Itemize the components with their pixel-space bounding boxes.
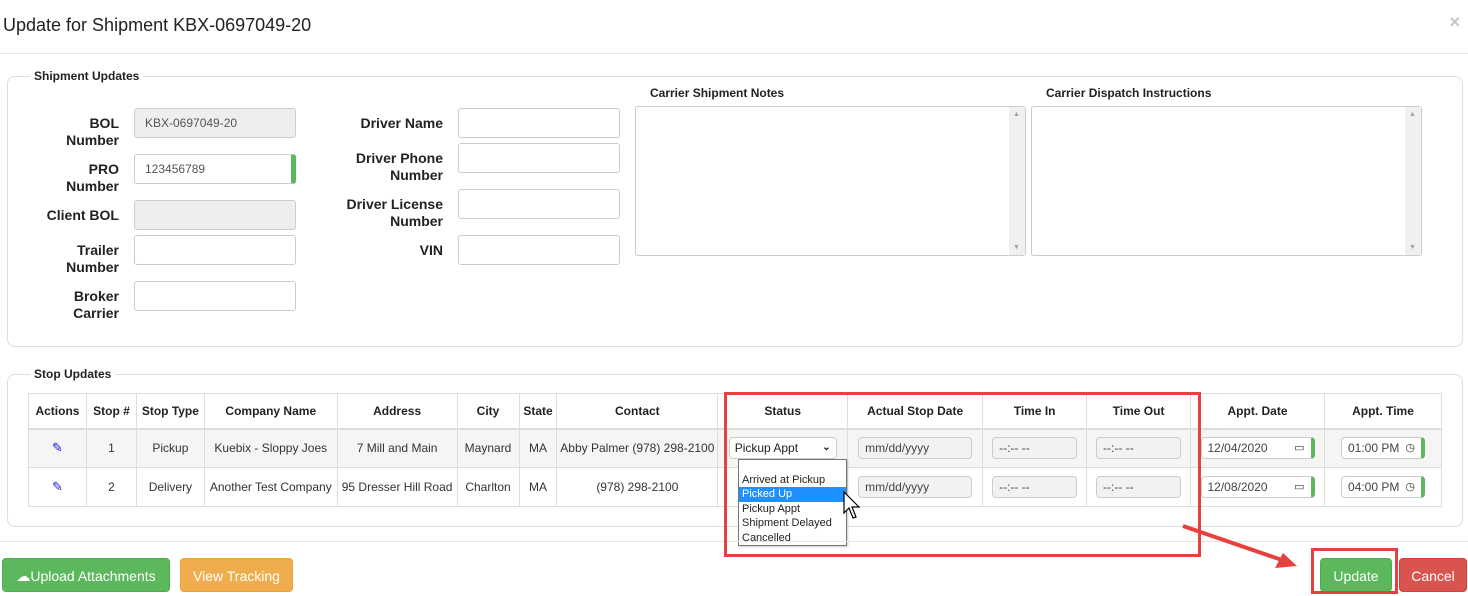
scroll-down-icon[interactable]: ▼ <box>1409 244 1416 251</box>
driver-license-input[interactable] <box>458 189 620 219</box>
cancel-button[interactable]: Cancel <box>1399 558 1467 592</box>
trailer-number-input[interactable] <box>134 235 296 265</box>
table-header-row: Actions Stop # Stop Type Company Name Ad… <box>28 393 1443 430</box>
stop-number: 1 <box>85 428 137 468</box>
calendar-icon[interactable]: ▭ <box>1294 438 1304 458</box>
time-in-input[interactable]: --:-- -- <box>992 437 1078 460</box>
address: 95 Dresser Hill Road <box>336 467 458 507</box>
carrier-notes-textarea[interactable]: ▲ ▼ <box>635 106 1026 256</box>
vin-input[interactable] <box>458 235 620 265</box>
pro-number-label: PRO Number <box>66 161 119 194</box>
upload-attachments-button[interactable]: ☁Upload Attachments <box>2 558 170 592</box>
stop-type: Pickup <box>135 428 205 468</box>
stop-type: Delivery <box>135 467 205 507</box>
stop-updates-legend: Stop Updates <box>34 367 112 381</box>
company-name: Kuebix - Sloppy Joes <box>203 428 338 468</box>
bol-number-input[interactable]: KBX-0697049-20 <box>134 108 296 138</box>
status-option-cancelled[interactable]: Cancelled <box>739 531 846 545</box>
col-stop-type: Stop Type <box>135 393 205 430</box>
status-select[interactable]: Pickup Appt ⌄ <box>728 437 837 460</box>
city: Maynard <box>456 428 520 468</box>
status-option-empty[interactable] <box>739 460 846 473</box>
status-option-picked-up[interactable]: Picked Up <box>739 487 846 502</box>
state: MA <box>518 467 558 507</box>
broker-carrier-label: Broker Carrier <box>73 288 119 321</box>
actual-stop-date-input[interactable]: mm/dd/yyyy <box>858 476 973 498</box>
driver-name-input[interactable] <box>458 108 620 138</box>
appt-date-input[interactable]: 12/08/2020 ▭ <box>1200 476 1315 498</box>
status-dropdown-list: Arrived at Pickup Picked Up Pickup Appt … <box>738 459 847 546</box>
status-option-shipment-delayed[interactable]: Shipment Delayed <box>739 516 846 530</box>
col-state: State <box>518 393 558 430</box>
driver-phone-input[interactable] <box>458 143 620 173</box>
col-actions: Actions <box>28 393 87 430</box>
footer-divider <box>0 541 1468 542</box>
col-city: City <box>456 393 520 430</box>
calendar-icon[interactable]: ▭ <box>1294 477 1304 497</box>
time-out-input[interactable]: --:-- -- <box>1096 437 1182 460</box>
col-appt-date: Appt. Date <box>1190 393 1325 430</box>
contact: (978) 298-2100 <box>556 467 719 507</box>
client-bol-label: Client BOL <box>46 207 119 223</box>
appt-time-input[interactable]: 01:00 PM ◷ <box>1340 437 1425 460</box>
table-row: ✎ 2 Delivery Another Test Company 95 Dre… <box>28 467 1443 507</box>
address: 7 Mill and Main <box>336 428 458 468</box>
bol-number-label: BOL Number <box>66 115 119 148</box>
col-time-in: Time In <box>982 393 1088 430</box>
scroll-up-icon[interactable]: ▲ <box>1013 111 1020 118</box>
col-address: Address <box>336 393 458 430</box>
carrier-notes-label: Carrier Shipment Notes <box>650 86 785 100</box>
driver-phone-label: Driver Phone Number <box>355 150 443 183</box>
col-time-out: Time Out <box>1086 393 1192 430</box>
trailer-number-label: Trailer Number <box>66 242 119 275</box>
status-option-arrived-at-pickup[interactable]: Arrived at Pickup <box>739 473 846 487</box>
edit-pencil-icon[interactable]: ✎ <box>52 479 63 494</box>
clock-icon[interactable]: ◷ <box>1405 438 1415 458</box>
col-status: Status <box>717 393 849 430</box>
scrollbar[interactable]: ▲ ▼ <box>1009 107 1025 255</box>
edit-pencil-icon[interactable]: ✎ <box>52 440 63 455</box>
dispatch-instructions-label: Carrier Dispatch Instructions <box>1046 86 1212 100</box>
client-bol-input[interactable] <box>134 200 296 230</box>
cloud-upload-icon: ☁ <box>16 568 31 584</box>
city: Charlton <box>456 467 520 507</box>
time-in-input[interactable]: --:-- -- <box>992 476 1078 498</box>
appt-date-input[interactable]: 12/04/2020 ▭ <box>1200 437 1315 460</box>
scroll-up-icon[interactable]: ▲ <box>1409 111 1416 118</box>
status-select-value: Pickup Appt <box>734 441 799 456</box>
table-row: ✎ 1 Pickup Kuebix - Sloppy Joes 7 Mill a… <box>28 428 1443 468</box>
close-icon[interactable]: × <box>1449 12 1460 33</box>
status-option-pickup-appt[interactable]: Pickup Appt <box>739 502 846 516</box>
driver-name-label: Driver Name <box>360 115 444 131</box>
time-out-input[interactable]: --:-- -- <box>1096 476 1182 498</box>
col-contact: Contact <box>556 393 719 430</box>
appt-time-input[interactable]: 04:00 PM ◷ <box>1340 476 1425 498</box>
modal-header: Update for Shipment KBX-0697049-20 × <box>0 0 1468 54</box>
vin-label: VIN <box>419 242 443 258</box>
company-name: Another Test Company <box>203 467 338 507</box>
col-appt-time: Appt. Time <box>1323 393 1443 430</box>
update-button[interactable]: Update <box>1320 558 1392 592</box>
pro-number-input[interactable]: 123456789 <box>134 154 296 184</box>
mouse-pointer-icon <box>843 491 861 519</box>
driver-license-label: Driver License Number <box>346 196 444 229</box>
col-stop-number: Stop # <box>85 393 137 430</box>
scrollbar[interactable]: ▲ ▼ <box>1405 107 1421 255</box>
col-actual-stop-date: Actual Stop Date <box>847 393 984 430</box>
shipment-updates-legend: Shipment Updates <box>34 69 140 83</box>
stops-table: Actions Stop # Stop Type Company Name Ad… <box>28 393 1443 507</box>
broker-carrier-input[interactable] <box>134 281 296 311</box>
state: MA <box>518 428 558 468</box>
actual-stop-date-input[interactable]: mm/dd/yyyy <box>858 437 973 460</box>
modal-title: Update for Shipment KBX-0697049-20 <box>3 15 312 35</box>
col-company-name: Company Name <box>203 393 338 430</box>
view-tracking-button[interactable]: View Tracking <box>180 558 293 592</box>
chevron-down-icon: ⌄ <box>822 442 831 454</box>
clock-icon[interactable]: ◷ <box>1405 477 1415 497</box>
contact: Abby Palmer (978) 298-2100 <box>556 428 719 468</box>
stop-number: 2 <box>85 467 137 507</box>
scroll-down-icon[interactable]: ▼ <box>1013 244 1020 251</box>
dispatch-instructions-textarea[interactable]: ▲ ▼ <box>1031 106 1422 256</box>
